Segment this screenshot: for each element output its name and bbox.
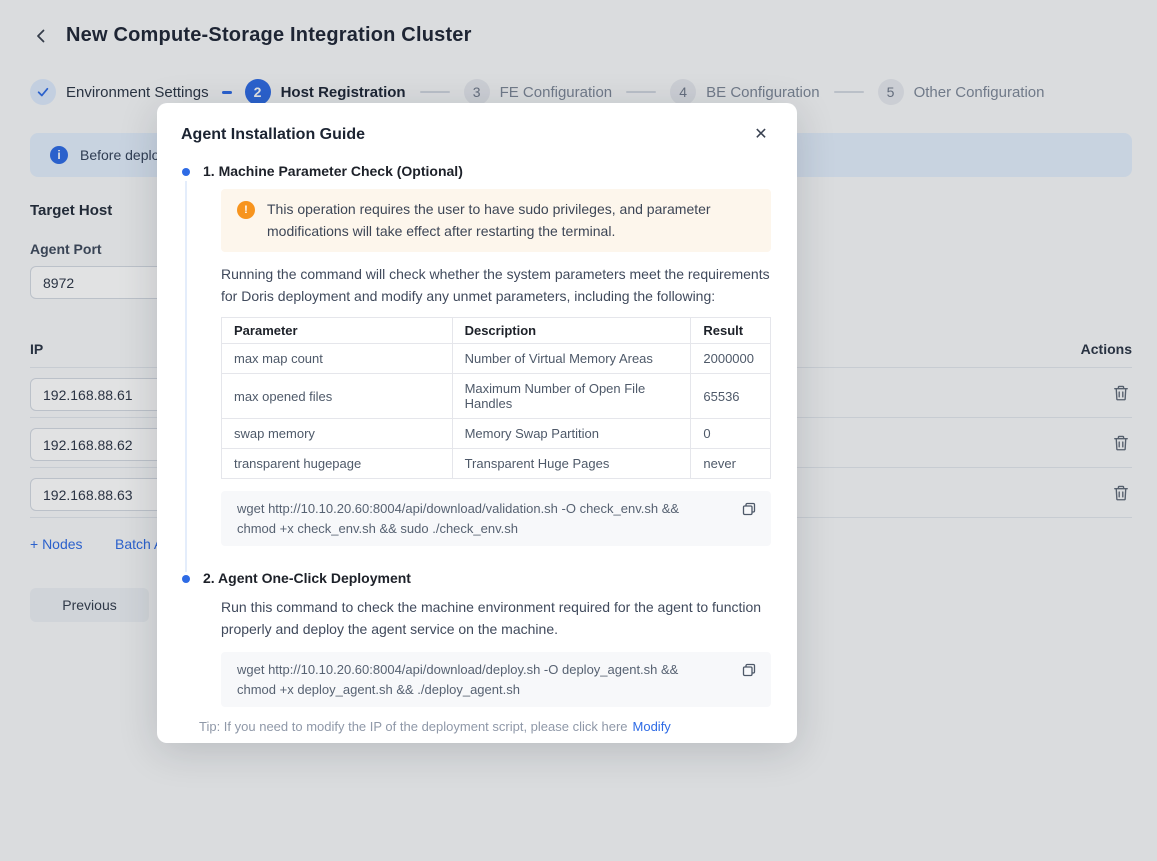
table-row: swap memory Memory Swap Partition 0	[222, 419, 771, 449]
tip-text: Tip: If you need to modify the IP of the…	[199, 719, 628, 734]
cell-description: Transparent Huge Pages	[452, 449, 691, 479]
validation-command-block: wget http://10.10.20.60:8004/api/downloa…	[221, 491, 771, 546]
section-1-title: 1. Machine Parameter Check (Optional)	[203, 163, 771, 179]
bullet-dot-icon	[182, 168, 190, 176]
agent-installation-modal: Agent Installation Guide ✕ 1. Machine Pa…	[157, 103, 797, 743]
cell-parameter: transparent hugepage	[222, 449, 453, 479]
table-header-row: Parameter Description Result	[222, 318, 771, 344]
th-result: Result	[691, 318, 771, 344]
validation-command-text: wget http://10.10.20.60:8004/api/downloa…	[237, 501, 679, 536]
th-parameter: Parameter	[222, 318, 453, 344]
bullet-dot-icon	[182, 575, 190, 583]
deploy-command-block: wget http://10.10.20.60:8004/api/downloa…	[221, 652, 771, 707]
section-machine-parameter-check: 1. Machine Parameter Check (Optional) ! …	[181, 163, 771, 546]
modify-link[interactable]: Modify	[633, 719, 671, 734]
section-1-description: Running the command will check whether t…	[221, 263, 771, 307]
section-2-title: 2. Agent One-Click Deployment	[203, 570, 771, 586]
cell-description: Maximum Number of Open File Handles	[452, 374, 691, 419]
cell-parameter: max map count	[222, 344, 453, 374]
cell-parameter: max opened files	[222, 374, 453, 419]
cell-result: 0	[691, 419, 771, 449]
section-agent-deployment: 2. Agent One-Click Deployment Run this c…	[181, 570, 771, 707]
close-icon[interactable]: ✕	[751, 125, 771, 145]
cell-description: Memory Swap Partition	[452, 419, 691, 449]
section-2-description: Run this command to check the machine en…	[221, 596, 771, 640]
modal-title: Agent Installation Guide	[181, 126, 365, 144]
tip-row: Tip: If you need to modify the IP of the…	[199, 719, 771, 734]
th-description: Description	[452, 318, 691, 344]
copy-icon[interactable]	[741, 662, 757, 678]
cell-parameter: swap memory	[222, 419, 453, 449]
cell-description: Number of Virtual Memory Areas	[452, 344, 691, 374]
table-row: max opened files Maximum Number of Open …	[222, 374, 771, 419]
cell-result: 2000000	[691, 344, 771, 374]
cell-result: never	[691, 449, 771, 479]
warning-text: This operation requires the user to have…	[267, 198, 755, 243]
deploy-command-text: wget http://10.10.20.60:8004/api/downloa…	[237, 662, 678, 697]
parameters-table: Parameter Description Result max map cou…	[221, 317, 771, 479]
warning-icon: !	[237, 201, 255, 219]
table-row: transparent hugepage Transparent Huge Pa…	[222, 449, 771, 479]
sudo-warning-alert: ! This operation requires the user to ha…	[221, 189, 771, 252]
cell-result: 65536	[691, 374, 771, 419]
table-row: max map count Number of Virtual Memory A…	[222, 344, 771, 374]
copy-icon[interactable]	[741, 501, 757, 517]
